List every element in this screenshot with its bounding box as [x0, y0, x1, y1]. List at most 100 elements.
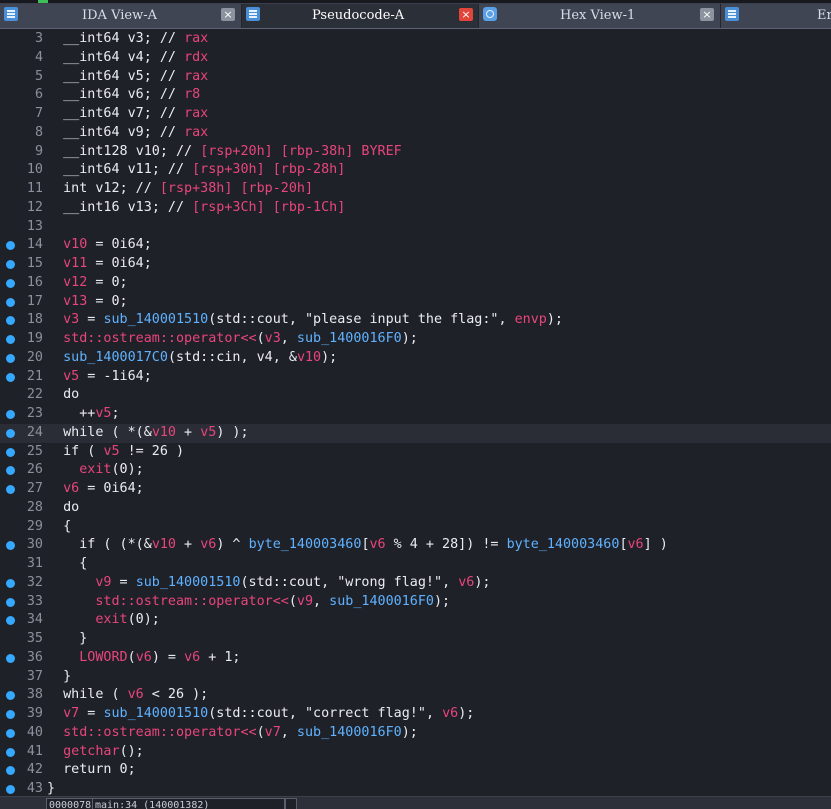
code-token[interactable]: [ — [361, 537, 369, 552]
code-line[interactable]: 42 return 0; — [0, 761, 831, 780]
code-token[interactable]: exit — [79, 462, 111, 477]
tab-hex-view-1[interactable]: Hex View-1 × — [479, 4, 721, 28]
code-text[interactable]: __int64 v11; // [rsp+30h] [rbp-28h] — [47, 161, 345, 180]
code-token[interactable] — [47, 612, 95, 627]
code-token[interactable]: "correct flag!" — [305, 706, 426, 721]
code-text[interactable]: v12 = 0; — [47, 274, 128, 293]
code-text[interactable]: int v12; // [rsp+38h] [rbp-20h] — [47, 180, 313, 199]
code-token[interactable] — [47, 125, 63, 140]
code-line[interactable]: 39 v7 = sub_140001510(std::cout, "correc… — [0, 705, 831, 724]
code-token[interactable]: v11 — [63, 256, 87, 271]
tab-structures[interactable]: Er — [721, 4, 831, 28]
code-line[interactable]: 27 v6 = 0i64; — [0, 480, 831, 499]
code-text[interactable]: __int64 v3; // rax — [47, 30, 208, 49]
code-line[interactable]: 22 do — [0, 386, 831, 405]
code-token[interactable]: v3 — [128, 31, 144, 46]
code-token[interactable]: = -1i64; — [79, 369, 152, 384]
code-token[interactable]: ; // — [144, 69, 184, 84]
code-token[interactable]: v6 — [128, 87, 144, 102]
close-tab-ida-view-a-button[interactable]: × — [221, 8, 235, 21]
code-token[interactable] — [47, 162, 63, 177]
code-token[interactable]: std::ostream::operator<< — [63, 725, 256, 740]
code-token[interactable]: __int64 — [63, 162, 128, 177]
code-token[interactable]: ; // — [144, 31, 184, 46]
code-line[interactable]: 10 __int64 v11; // [rsp+30h] [rbp-28h] — [0, 161, 831, 180]
code-token[interactable] — [47, 594, 95, 609]
code-token[interactable]: while ( — [47, 687, 128, 702]
code-token[interactable]: std::ostream::operator<< — [63, 331, 256, 346]
code-token[interactable]: v7 — [63, 706, 79, 721]
code-token[interactable]: ); — [321, 350, 337, 365]
code-token[interactable]: ; — [112, 406, 120, 421]
code-token[interactable]: ; // — [144, 87, 184, 102]
code-token[interactable]: sub_1400016F0 — [329, 594, 434, 609]
code-line[interactable]: 23 ++v5; — [0, 405, 831, 424]
close-tab-pseudocode-a-button[interactable]: × — [459, 8, 473, 21]
code-token[interactable]: v10 — [297, 350, 321, 365]
code-token[interactable]: + 1; — [200, 650, 240, 665]
code-token[interactable]: ); — [402, 331, 418, 346]
code-text[interactable]: v6 = 0i64; — [47, 480, 144, 499]
code-token[interactable]: if ( — [47, 444, 103, 459]
code-token[interactable] — [47, 312, 63, 327]
code-token[interactable]: = 0; — [87, 275, 127, 290]
code-line[interactable]: 30 if ( (*(&v10 + v6) ^ byte_140003460[v… — [0, 536, 831, 555]
code-token[interactable]: = 0i64; — [87, 256, 151, 271]
code-token[interactable] — [47, 706, 63, 721]
code-token[interactable]: do — [47, 387, 79, 402]
code-line[interactable]: 11 int v12; // [rsp+38h] [rbp-20h] — [0, 180, 831, 199]
code-token[interactable]: ) = — [152, 650, 184, 665]
code-token[interactable] — [47, 256, 63, 271]
code-line[interactable]: 37 } — [0, 668, 831, 687]
code-line[interactable]: 13 — [0, 218, 831, 237]
code-token[interactable]: = 0; — [87, 294, 127, 309]
code-token[interactable]: v6 — [628, 537, 644, 552]
code-token[interactable]: < 26 ); — [144, 687, 208, 702]
code-token[interactable]: while ( *(& — [47, 425, 152, 440]
code-line[interactable]: 33 std::ostream::operator<<(v9, sub_1400… — [0, 593, 831, 612]
code-line[interactable]: 26 exit(0); — [0, 461, 831, 480]
code-token[interactable]: ( — [257, 331, 265, 346]
code-line[interactable]: 41 getchar(); — [0, 743, 831, 762]
code-token[interactable]: r8 — [184, 87, 200, 102]
code-token[interactable]: if ( (*(& — [47, 537, 152, 552]
code-token[interactable]: , — [426, 706, 442, 721]
code-token[interactable]: ; // — [120, 181, 160, 196]
code-token[interactable]: v6 — [458, 575, 474, 590]
code-token[interactable]: return 0; — [47, 762, 136, 777]
code-text[interactable]: __int128 v10; // [rsp+20h] [rbp-38h] BYR… — [47, 143, 402, 162]
code-token[interactable]: (std::cout, — [208, 312, 305, 327]
code-token[interactable]: { — [47, 519, 71, 534]
code-line[interactable]: 7 __int64 v7; // rax — [0, 105, 831, 124]
code-text[interactable]: return 0; — [47, 761, 136, 780]
code-token[interactable] — [47, 106, 63, 121]
code-token[interactable] — [47, 481, 63, 496]
code-text[interactable]: v3 = sub_140001510(std::cout, "please in… — [47, 311, 563, 330]
code-token[interactable] — [47, 462, 79, 477]
code-text[interactable]: LOWORD(v6) = v6 + 1; — [47, 649, 240, 668]
code-text[interactable]: getchar(); — [47, 743, 144, 762]
code-text[interactable]: std::ostream::operator<<(v3, sub_1400016… — [47, 330, 418, 349]
code-line[interactable]: 12 __int16 v13; // [rsp+3Ch] [rbp-1Ch] — [0, 199, 831, 218]
code-line[interactable]: 15 v11 = 0i64; — [0, 255, 831, 274]
code-token[interactable]: ; // — [144, 125, 184, 140]
code-token[interactable]: rax — [184, 69, 208, 84]
code-token[interactable] — [47, 744, 63, 759]
code-line[interactable]: 16 v12 = 0; — [0, 274, 831, 293]
code-token[interactable]: v6 — [442, 706, 458, 721]
code-text[interactable]: sub_1400017C0(std::cin, v4, &v10); — [47, 349, 337, 368]
code-token[interactable]: = — [112, 575, 136, 590]
code-token[interactable]: v10 — [63, 237, 87, 252]
code-token[interactable]: } — [47, 631, 87, 646]
code-token[interactable]: = 0i64; — [79, 481, 143, 496]
code-token[interactable]: int — [63, 181, 95, 196]
code-text[interactable]: while ( v6 < 26 ); — [47, 686, 208, 705]
code-token[interactable]: v11 — [128, 162, 152, 177]
code-token[interactable]: } — [47, 781, 55, 796]
code-token[interactable]: [rsp+3Ch] [rbp-1Ch] — [192, 200, 345, 215]
code-text[interactable]: v11 = 0i64; — [47, 255, 152, 274]
code-token[interactable]: ); — [547, 312, 563, 327]
code-line[interactable]: 14 v10 = 0i64; — [0, 236, 831, 255]
code-text[interactable]: __int64 v9; // rax — [47, 124, 208, 143]
code-text[interactable]: __int16 v13; // [rsp+3Ch] [rbp-1Ch] — [47, 199, 345, 218]
